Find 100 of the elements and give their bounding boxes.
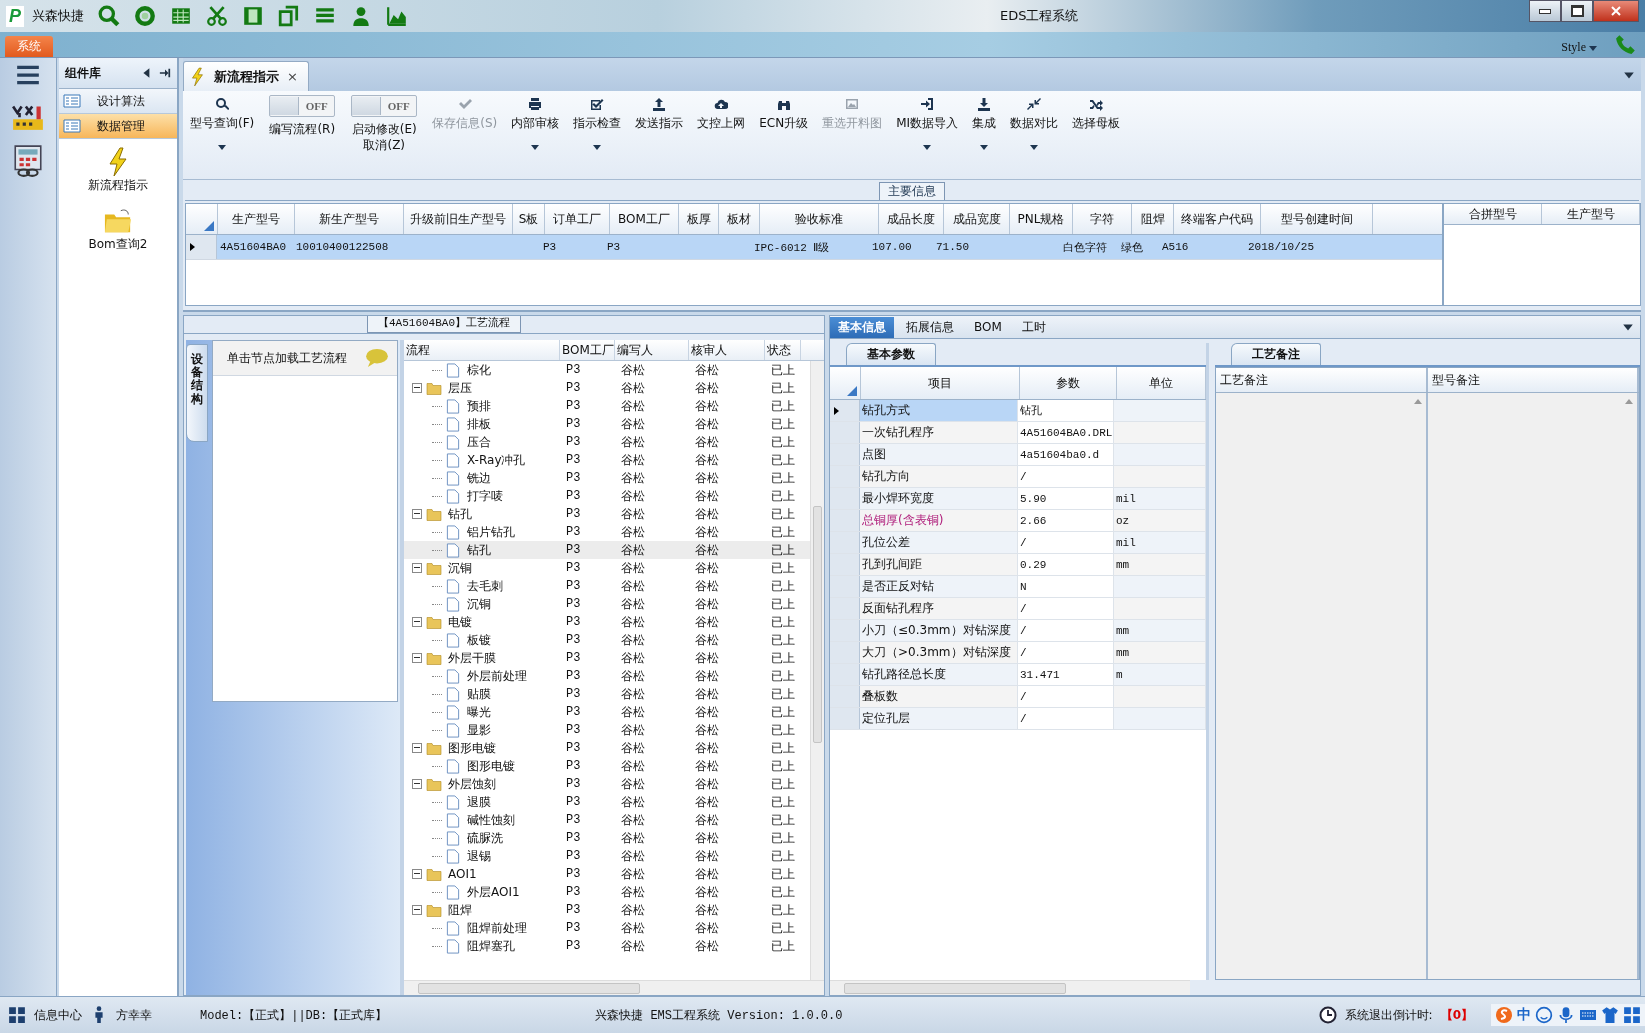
tab[interactable]: 基本信息 — [830, 316, 894, 338]
column-header[interactable]: 板厚 — [679, 204, 719, 234]
grid-icon[interactable] — [1623, 1006, 1641, 1024]
calculator-icon[interactable] — [11, 144, 45, 178]
tree-row[interactable]: 碱性蚀刻 P3 谷松 谷松 已上 — [404, 811, 810, 829]
column-header[interactable]: 合拼型号 — [1444, 204, 1542, 224]
tree-row[interactable]: 硫脲洗 P3 谷松 谷松 已上 — [404, 829, 810, 847]
column-header[interactable]: 单位 — [1117, 367, 1206, 399]
tree-row[interactable]: 阻焊前处理 P3 谷松 谷松 已上 — [404, 919, 810, 937]
column-header[interactable]: 阻焊 — [1132, 204, 1174, 234]
tree-row[interactable]: 压合 P3 谷松 谷松 已上 — [404, 433, 810, 451]
table-row[interactable]: 孔位公差 / mil — [830, 532, 1206, 554]
table-row[interactable]: 叠板数 / — [830, 686, 1206, 708]
tab[interactable]: 工艺备注 — [1231, 343, 1321, 365]
tree-row[interactable]: 沉铜 P3 谷松 谷松 已上 — [404, 559, 810, 577]
tree-row[interactable]: 铝片钻孔 P3 谷松 谷松 已上 — [404, 523, 810, 541]
tree-row[interactable]: X-Ray冲孔 P3 谷松 谷松 已上 — [404, 451, 810, 469]
tree-row[interactable]: 钻孔 P3 谷松 谷松 已上 — [404, 505, 810, 523]
column-header[interactable]: 板材 — [719, 204, 760, 234]
column-header[interactable]: 型号创建时间 — [1261, 204, 1373, 234]
tab[interactable]: BOM — [966, 318, 1010, 336]
input-mode-button[interactable]: 中 — [1517, 1006, 1531, 1024]
column-header[interactable]: 工艺备注 — [1216, 368, 1428, 392]
copy-icon[interactable] — [278, 5, 300, 27]
column-header[interactable]: BOM工厂 — [560, 340, 615, 360]
tree-row[interactable]: 钻孔 P3 谷松 谷松 已上 — [404, 541, 810, 559]
tree-row[interactable]: 外层蚀刻 P3 谷松 谷松 已上 — [404, 775, 810, 793]
toggle-switch[interactable]: OFF — [269, 95, 336, 117]
expander-icon[interactable] — [412, 509, 422, 519]
tree-row[interactable]: 阻焊 P3 谷松 谷松 已上 — [404, 901, 810, 919]
expander-icon[interactable] — [412, 869, 422, 879]
caret-icon[interactable] — [1589, 46, 1597, 51]
column-header[interactable]: 升级前旧生产型号 — [404, 204, 513, 234]
expander-icon[interactable] — [412, 743, 422, 753]
tree-row[interactable]: 图形电镀 P3 谷松 谷松 已上 — [404, 757, 810, 775]
column-header[interactable]: 生产型号 — [218, 204, 295, 234]
column-header[interactable]: 成品长度 — [879, 204, 944, 234]
toolbar-button[interactable]: 内部审核 — [506, 95, 565, 152]
tab[interactable]: 工时 — [1013, 316, 1054, 338]
shirt-icon[interactable] — [1601, 1006, 1619, 1024]
table-row[interactable]: 钻孔路径总长度 31.471 m — [830, 664, 1206, 686]
column-header[interactable]: 生产型号 — [1542, 204, 1640, 224]
tree-row[interactable]: 贴膜 P3 谷松 谷松 已上 — [404, 685, 810, 703]
document-tab[interactable]: 新流程指示 × — [183, 61, 309, 91]
toolbar-button[interactable]: 发送指示 — [630, 95, 689, 133]
area-chart-icon[interactable] — [386, 5, 408, 27]
tree-row[interactable]: 外层干膜 P3 谷松 谷松 已上 — [404, 649, 810, 667]
tree-row[interactable]: 阻焊塞孔 P3 谷松 谷松 已上 — [404, 937, 810, 955]
column-header[interactable]: 验收标准 — [760, 204, 879, 234]
menu-icon[interactable] — [15, 64, 41, 86]
column-header[interactable]: 字符 — [1073, 204, 1132, 234]
tab[interactable]: 基本参数 — [846, 343, 936, 365]
column-header[interactable]: 终端客户代码 — [1174, 204, 1261, 234]
microphone-icon[interactable] — [1557, 1006, 1575, 1024]
column-header[interactable]: 成品宽度 — [944, 204, 1010, 234]
tree-row[interactable]: 去毛刺 P3 谷松 谷松 已上 — [404, 577, 810, 595]
toolbar-button[interactable]: 数据对比 — [1005, 95, 1064, 152]
tool-item[interactable]: Bom查询2 — [59, 198, 177, 257]
horizontal-scrollbar[interactable] — [404, 980, 824, 995]
column-header[interactable]: 状态 — [765, 340, 801, 360]
tree-row[interactable]: 电镀 P3 谷松 谷松 已上 — [404, 613, 810, 631]
column-header[interactable]: BOM工厂 — [610, 204, 679, 234]
maximize-button[interactable] — [1561, 0, 1593, 22]
tree-row[interactable]: 退膜 P3 谷松 谷松 已上 — [404, 793, 810, 811]
table-row[interactable]: 孔到孔间距 0.29 mm — [830, 554, 1206, 576]
horizontal-scrollbar[interactable] — [830, 980, 1190, 995]
toolbar-button[interactable]: 指示检查 — [568, 95, 627, 152]
tree-row[interactable]: 外层前处理 P3 谷松 谷松 已上 — [404, 667, 810, 685]
table-row[interactable]: 最小焊环宽度 5.90 mil — [830, 488, 1206, 510]
expander-icon[interactable] — [412, 563, 422, 573]
style-menu[interactable]: Style — [1561, 40, 1586, 57]
tree-row[interactable]: 退锡 P3 谷松 谷松 已上 — [404, 847, 810, 865]
search-icon[interactable] — [98, 5, 120, 27]
vertical-scrollbar[interactable] — [810, 361, 824, 980]
tree-row[interactable]: 曝光 P3 谷松 谷松 已上 — [404, 703, 810, 721]
toolbar-button[interactable]: 选择母板 — [1067, 95, 1126, 133]
tree-row[interactable]: 沉铜 P3 谷松 谷松 已上 — [404, 595, 810, 613]
table-row[interactable]: 钻孔方向 / — [830, 466, 1206, 488]
tool-item[interactable]: 新流程指示 — [59, 139, 177, 198]
tree-row[interactable]: 层压 P3 谷松 谷松 已上 — [404, 379, 810, 397]
column-header[interactable]: 核审人 — [689, 340, 765, 360]
column-header[interactable]: S板 — [513, 204, 545, 234]
toolbar-button[interactable]: 型号查询(F) — [185, 95, 260, 152]
tree-row[interactable]: 棕化 P3 谷松 谷松 已上 — [404, 361, 810, 379]
expander-icon[interactable] — [412, 383, 422, 393]
table-row[interactable]: 点图 4a51604ba0.d — [830, 444, 1206, 466]
pin-icon[interactable] — [159, 67, 171, 79]
tree-row[interactable]: 图形电镀 P3 谷松 谷松 已上 — [404, 739, 810, 757]
table-row[interactable]: 4A51604BA0 10010400122508 P3 P3 IPC-6012 Ⅱ级 107.00 71.50 白色字符 绿色 A516 2018/10/25 — [186, 235, 1442, 260]
minimize-button[interactable] — [1529, 0, 1561, 22]
column-header[interactable]: 编写人 — [615, 340, 689, 360]
windows-icon[interactable] — [8, 1006, 26, 1024]
column-header[interactable]: 订单工厂 — [545, 204, 610, 234]
toolbar-button[interactable]: MI数据导入 — [891, 95, 964, 152]
column-header[interactable]: 流程 — [404, 340, 560, 360]
table-icon[interactable] — [170, 5, 192, 27]
smiley-icon[interactable] — [1535, 1006, 1553, 1024]
scissors-icon[interactable] — [206, 5, 228, 27]
tree-row[interactable]: AOI1 P3 谷松 谷松 已上 — [404, 865, 810, 883]
nav-item[interactable]: 数据管理 — [59, 114, 177, 139]
